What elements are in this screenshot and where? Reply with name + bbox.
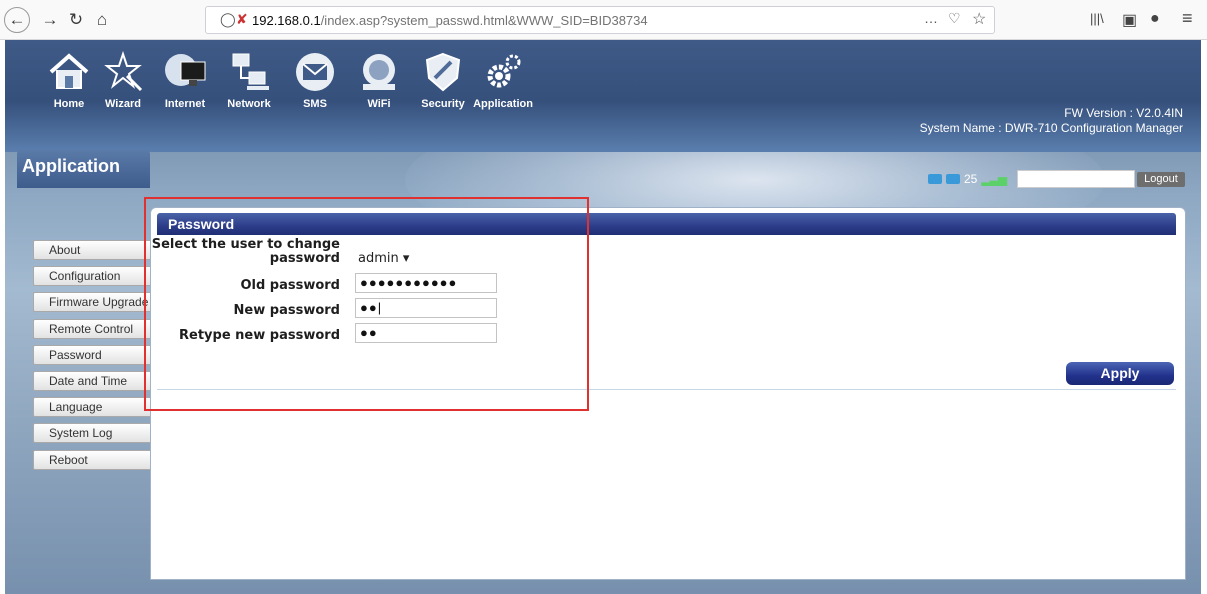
tracking-shield-icon[interactable]: ◯ — [220, 11, 236, 28]
browser-toolbar: ← → ↻ ⌂ ◯ ✘ 192.168.0.1/index.asp?system… — [0, 0, 1207, 40]
nav-label: Home — [53, 98, 85, 110]
panel-title: Password — [157, 213, 1176, 235]
sidebar-item-firmware-upgrade[interactable]: Firmware Upgrade — [33, 292, 155, 313]
nav-wifi[interactable]: WiFi — [351, 50, 407, 120]
apply-button[interactable]: Apply — [1066, 362, 1174, 385]
bookmark-star-icon[interactable]: ☆ — [972, 9, 986, 29]
router-page: Home Wizard Internet Network SMS WiFi Se… — [5, 40, 1201, 594]
wifi-icon — [363, 54, 395, 90]
username-field — [1017, 170, 1135, 188]
status-indicators: 25 ▂▃▅ — [928, 171, 1007, 187]
nav-label: Security — [421, 98, 465, 110]
page-title: Application — [17, 150, 150, 188]
retype-password-field[interactable]: ●● — [355, 323, 497, 343]
user-select-label: Select the user to change password — [151, 237, 340, 266]
sidebar-item-system-log[interactable]: System Log — [33, 423, 155, 444]
url-text: 192.168.0.1/index.asp?system_passwd.html… — [252, 13, 648, 28]
library-icon[interactable]: |||\ — [1090, 11, 1104, 26]
nav-label: WiFi — [367, 98, 391, 110]
gear-icon — [487, 54, 521, 88]
retype-password-label: Retype new password — [179, 328, 340, 343]
nav-wizard[interactable]: Wizard — [95, 50, 151, 120]
sidebar-item-configuration[interactable]: Configuration — [33, 266, 155, 287]
nav-internet[interactable]: Internet — [157, 50, 213, 120]
user-select[interactable]: admin ▾ — [355, 247, 419, 269]
shield-icon — [425, 52, 461, 92]
nav-home[interactable]: Home — [41, 50, 97, 120]
logout-button[interactable]: Logout — [1137, 172, 1185, 187]
sidebar-item-password[interactable]: Password — [33, 344, 155, 365]
reload-button[interactable]: ↻ — [64, 8, 88, 32]
old-password-label: Old password — [240, 278, 340, 293]
pocket-icon[interactable]: ♡ — [948, 10, 961, 27]
internet-icon — [165, 54, 206, 86]
home-button[interactable]: ⌂ — [90, 8, 114, 32]
sms-count: 25 — [964, 172, 978, 186]
nav-label: Application — [473, 98, 533, 110]
nav-label: Internet — [164, 98, 206, 110]
network-icon — [232, 53, 269, 90]
sim-card-icon — [928, 174, 942, 184]
sidebar-toggle-icon[interactable]: ▣ — [1122, 10, 1137, 30]
sidebar-item-date-and-time[interactable]: Date and Time — [33, 370, 155, 391]
nav-label: Network — [227, 98, 271, 110]
sidebar-item-about[interactable]: About — [33, 240, 155, 260]
nav-application[interactable]: Application — [473, 50, 533, 120]
sidebar-item-reboot[interactable]: Reboot — [33, 449, 155, 470]
signal-strength-icon: ▂▃▅ — [981, 172, 1007, 186]
sidebar-menu: About Configuration Firmware Upgrade Rem… — [33, 240, 159, 476]
wizard-icon — [104, 50, 143, 92]
forward-button[interactable]: → — [38, 8, 62, 32]
account-icon[interactable]: ● — [1150, 10, 1160, 28]
sidebar-item-remote-control[interactable]: Remote Control — [33, 318, 155, 339]
system-name: System Name : DWR-710 Configuration Mana… — [919, 121, 1183, 135]
page-actions-button[interactable]: … — [924, 10, 938, 26]
nav-sms[interactable]: SMS — [287, 50, 343, 120]
home-icon — [49, 53, 89, 89]
router-header: Home Wizard Internet Network SMS WiFi Se… — [5, 40, 1201, 152]
url-bar[interactable]: ◯ ✘ 192.168.0.1/index.asp?system_passwd.… — [205, 6, 995, 34]
insecure-lock-icon[interactable]: ✘ — [236, 11, 248, 28]
nav-label: Wizard — [105, 98, 141, 110]
new-password-label: New password — [233, 303, 340, 318]
back-button[interactable]: ← — [4, 7, 30, 33]
new-password-field[interactable]: ●●| — [355, 298, 497, 318]
old-password-field[interactable]: ●●●●●●●●●●● — [355, 273, 497, 293]
firmware-version: FW Version : V2.0.4IN — [1064, 106, 1183, 120]
message-icon[interactable] — [946, 174, 960, 184]
content-panel: Password Select the user to change passw… — [150, 207, 1186, 580]
nav-label: SMS — [303, 98, 327, 110]
nav-network[interactable]: Network — [221, 50, 277, 120]
password-form: Select the user to change password admin… — [152, 235, 1176, 390]
sidebar-item-language[interactable]: Language — [33, 397, 155, 418]
sms-icon — [296, 53, 334, 91]
nav-security[interactable]: Security — [415, 50, 471, 120]
menu-icon[interactable]: ≡ — [1182, 8, 1193, 29]
